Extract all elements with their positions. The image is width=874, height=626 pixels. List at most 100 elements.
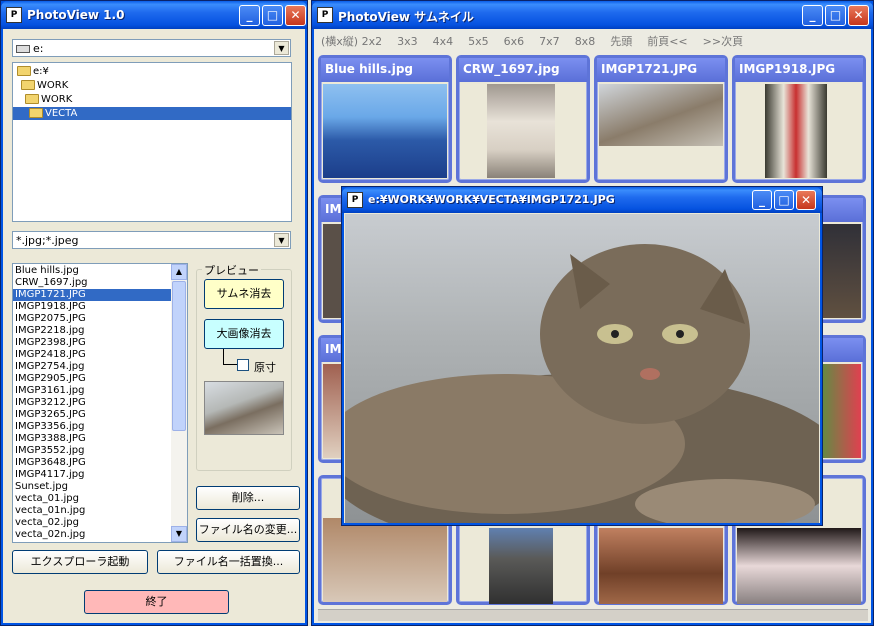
cat-photo bbox=[345, 214, 819, 523]
file-list[interactable]: Blue hills.jpg CRW_1697.jpg IMGP1721.JPG IM… bbox=[12, 263, 188, 543]
file-list-item[interactable]: IMGP3648.JPG bbox=[13, 457, 171, 469]
main-titlebar[interactable]: P PhotoView 1.0 _ □ ✕ bbox=[1, 1, 307, 29]
file-list-item[interactable]: vecta_02.jpg bbox=[13, 517, 171, 529]
app-icon: P bbox=[6, 7, 22, 23]
file-list-item[interactable]: IMGP2905.JPG bbox=[13, 373, 171, 385]
exit-button[interactable]: 終了 bbox=[84, 590, 229, 614]
tree-item-work2[interactable]: WORK bbox=[25, 93, 72, 106]
filter-select[interactable]: *.jpg;*.jpeg ▼ bbox=[12, 231, 291, 249]
chevron-down-icon[interactable]: ▼ bbox=[274, 233, 289, 247]
thumb-imgp1918[interactable]: IMGP1918.JPG bbox=[732, 55, 866, 183]
maximize-icon[interactable]: □ bbox=[774, 190, 794, 210]
minimize-icon[interactable]: _ bbox=[239, 5, 260, 26]
cat-photo-svg bbox=[345, 244, 819, 523]
thumb-image bbox=[487, 84, 555, 178]
folder-tree[interactable]: e:¥ WORK WORK VECTA bbox=[12, 62, 292, 222]
close-icon[interactable]: ✕ bbox=[848, 5, 869, 26]
batch-rename-button[interactable]: ファイル名一括置換... bbox=[157, 550, 300, 574]
thumb-caption: CRW_1697.jpg bbox=[459, 58, 587, 82]
file-list-item[interactable]: IMGP2418.JPG bbox=[13, 349, 171, 361]
drive-icon bbox=[16, 45, 30, 53]
original-size-label: 原寸 bbox=[254, 361, 276, 374]
delete-button[interactable]: 削除... bbox=[196, 486, 300, 510]
close-icon[interactable]: ✕ bbox=[796, 190, 816, 210]
grid-menu-item[interactable]: 6x6 bbox=[504, 35, 525, 48]
thumb-caption: Blue hills.jpg bbox=[321, 58, 449, 82]
thumb-image bbox=[737, 528, 861, 604]
thumb-image bbox=[323, 84, 447, 178]
grid-menu-item[interactable]: (横x縦) 2x2 bbox=[321, 35, 382, 48]
close-icon[interactable]: ✕ bbox=[285, 5, 306, 26]
file-list-item[interactable]: vecta_01n.jpg bbox=[13, 505, 171, 517]
file-list-item[interactable]: IMGP3552.jpg bbox=[13, 445, 171, 457]
grid-menu-item[interactable]: 4x4 bbox=[433, 35, 454, 48]
thumb-crw1697[interactable]: CRW_1697.jpg bbox=[456, 55, 590, 183]
app-icon: P bbox=[347, 192, 363, 208]
scrollbar[interactable]: ▲ ▼ bbox=[171, 264, 187, 542]
file-list-item[interactable]: vecta_02n.jpg bbox=[13, 529, 171, 541]
scroll-down-icon[interactable]: ▼ bbox=[171, 526, 187, 542]
minimize-icon[interactable]: _ bbox=[802, 5, 823, 26]
thumb-image bbox=[765, 84, 827, 178]
viewer-title: e:¥WORK¥WORK¥VECTA¥IMGP1721.JPG bbox=[368, 193, 615, 206]
file-list-item[interactable]: IMGP1721.JPG bbox=[13, 289, 171, 301]
file-list-item[interactable]: IMGP2218.jpg bbox=[13, 325, 171, 337]
file-list-item[interactable]: CRW_1697.jpg bbox=[13, 277, 171, 289]
chevron-down-icon[interactable]: ▼ bbox=[274, 41, 289, 55]
grid-menu-item[interactable]: 前頁<< bbox=[647, 35, 687, 48]
grid-menu-item[interactable]: 先頭 bbox=[610, 35, 632, 48]
main-title: PhotoView 1.0 bbox=[27, 8, 125, 22]
tree-item-work1[interactable]: WORK bbox=[21, 79, 68, 92]
grid-menu-item[interactable]: 7x7 bbox=[539, 35, 560, 48]
file-list-item[interactable]: IMGP2754.jpg bbox=[13, 361, 171, 373]
file-list-item[interactable]: IMGP3212.JPG bbox=[13, 397, 171, 409]
thumb-image bbox=[323, 518, 447, 602]
rename-button[interactable]: ファイル名の変更... bbox=[196, 518, 300, 542]
maximize-icon[interactable]: □ bbox=[262, 5, 283, 26]
file-list-item[interactable]: IMGP1918.JPG bbox=[13, 301, 171, 313]
file-list-item[interactable]: IMGP3356.jpg bbox=[13, 421, 171, 433]
thumb-clear-button[interactable]: サムネ消去 bbox=[204, 279, 284, 309]
thumb-image bbox=[599, 84, 723, 146]
thumb-imgp1721[interactable]: IMGP1721.JPG bbox=[594, 55, 728, 183]
preview-label: プレビュー bbox=[202, 262, 261, 278]
file-list-item[interactable]: vecta_01.jpg bbox=[13, 493, 171, 505]
folder-icon bbox=[17, 66, 31, 76]
thumb-image bbox=[489, 528, 553, 604]
file-list-item[interactable]: Blue hills.jpg bbox=[13, 265, 171, 277]
drive-value: e: bbox=[33, 42, 44, 55]
grid-menu-item[interactable]: 8x8 bbox=[575, 35, 596, 48]
file-list-item[interactable]: IMGP2075.JPG bbox=[13, 313, 171, 325]
folder-icon bbox=[21, 80, 35, 90]
thumb-blue-hills[interactable]: Blue hills.jpg bbox=[318, 55, 452, 183]
tree-item-root[interactable]: e:¥ bbox=[17, 65, 49, 78]
file-list-item[interactable]: IMGP3265.JPG bbox=[13, 409, 171, 421]
filter-value: *.jpg;*.jpeg bbox=[16, 234, 79, 247]
file-list-item[interactable]: IMGP3388.JPG bbox=[13, 433, 171, 445]
drive-select[interactable]: e: ▼ bbox=[12, 39, 291, 57]
scroll-up-icon[interactable]: ▲ bbox=[171, 264, 187, 280]
file-list-item[interactable]: IMGP4117.jpg bbox=[13, 469, 171, 481]
preview-thumbnail bbox=[204, 381, 284, 435]
original-size-checkbox[interactable] bbox=[237, 359, 249, 371]
thumb-caption: IMGP1721.JPG bbox=[597, 58, 725, 82]
viewer-titlebar[interactable]: P e:¥WORK¥WORK¥VECTA¥IMGP1721.JPG _ □ ✕ bbox=[342, 187, 822, 213]
folder-icon bbox=[25, 94, 39, 104]
file-list-item[interactable]: Sunset.jpg bbox=[13, 481, 171, 493]
tree-item-vecta[interactable]: VECTA bbox=[13, 107, 291, 120]
minimize-icon[interactable]: _ bbox=[752, 190, 772, 210]
thumb-image bbox=[599, 528, 723, 604]
file-list-item[interactable]: IMGP3161.jpg bbox=[13, 385, 171, 397]
viewer-window: P e:¥WORK¥WORK¥VECTA¥IMGP1721.JPG _ □ ✕ bbox=[341, 186, 823, 526]
folder-open-icon bbox=[29, 108, 43, 118]
maximize-icon[interactable]: □ bbox=[825, 5, 846, 26]
grid-menu-item[interactable]: 5x5 bbox=[468, 35, 489, 48]
file-list-item[interactable]: IMGP2398.JPG bbox=[13, 337, 171, 349]
grid-menu-item[interactable]: 3x3 bbox=[397, 35, 418, 48]
grid-menu-item[interactable]: >>次頁 bbox=[703, 35, 743, 48]
thumb-titlebar[interactable]: P PhotoView サムネイル _ □ ✕ bbox=[312, 1, 873, 29]
explorer-button[interactable]: エクスプローラ起動 bbox=[12, 550, 148, 574]
large-clear-button[interactable]: 大画像消去 bbox=[204, 319, 284, 349]
scroll-thumb[interactable] bbox=[172, 281, 186, 431]
horizontal-scrollbar[interactable] bbox=[318, 609, 868, 621]
